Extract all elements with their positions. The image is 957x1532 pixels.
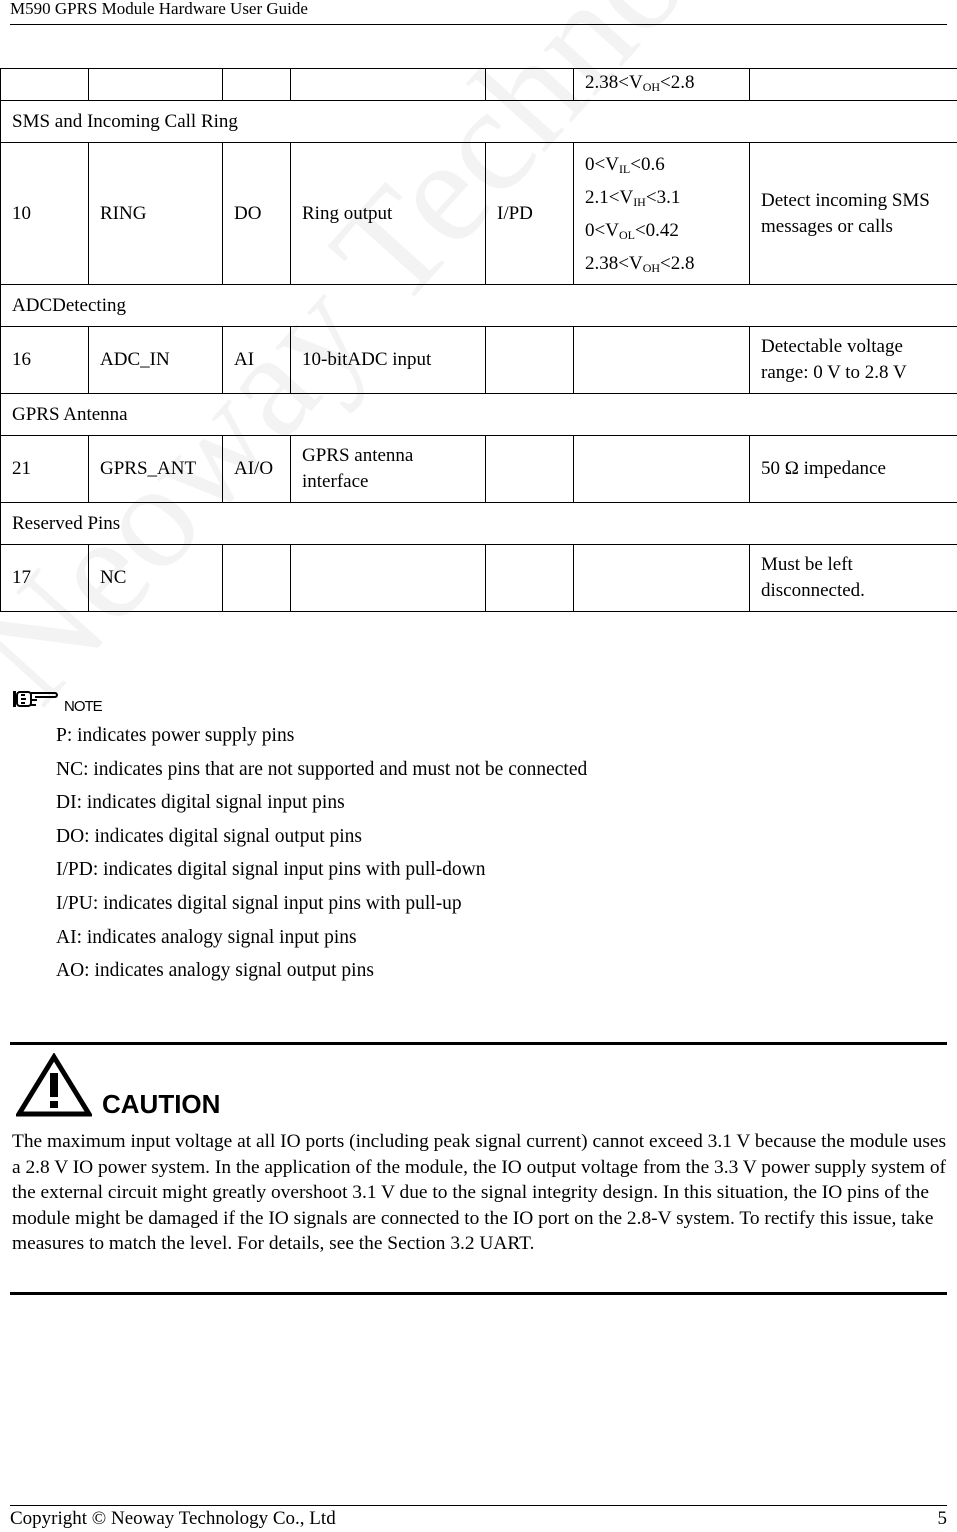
section-label: ADCDetecting bbox=[1, 285, 957, 327]
table-row: 2.38<VOH<2.8 bbox=[1, 69, 957, 101]
pin-number: 16 bbox=[1, 327, 89, 394]
pin-definition-table: 2.38<VOH<2.8 SMS and Incoming Call Ring … bbox=[0, 68, 957, 612]
table-row: 10 RING DO Ring output I/PD 0<VIL<0.6 2.… bbox=[1, 143, 957, 285]
pin-reset bbox=[486, 545, 574, 612]
caution-heading: CAUTION bbox=[16, 1053, 220, 1122]
note-list: P: indicates power supply pins NC: indic… bbox=[56, 722, 587, 991]
pin-name: ADC_IN bbox=[89, 327, 223, 394]
caution-label: CAUTION bbox=[102, 1089, 220, 1120]
page-header: M590 GPRS Module Hardware User Guide bbox=[10, 0, 947, 25]
pin-reset bbox=[486, 436, 574, 503]
note-item: I/PU: indicates digital signal input pin… bbox=[56, 890, 587, 924]
table-row: 17 NC Must be left disconnected. bbox=[1, 545, 957, 612]
note-item: AO: indicates analogy signal output pins bbox=[56, 957, 587, 991]
section-label: Reserved Pins bbox=[1, 503, 957, 545]
note-item: DI: indicates digital signal input pins bbox=[56, 789, 587, 823]
note-item: DO: indicates digital signal output pins bbox=[56, 823, 587, 857]
pin-remark: Detect incoming SMS messages or calls bbox=[750, 143, 957, 285]
pin-name: RING bbox=[89, 143, 223, 285]
level-line: 0<VOL<0.42 bbox=[585, 214, 738, 247]
pin-io: DO bbox=[223, 143, 291, 285]
pin-remark: Detectable voltage range: 0 V to 2.8 V bbox=[750, 327, 957, 394]
pin-number: 10 bbox=[1, 143, 89, 285]
level-line: 2.1<VIH<3.1 bbox=[585, 181, 738, 214]
pin-function: GPRS antenna interface bbox=[291, 436, 486, 503]
pin-function bbox=[291, 545, 486, 612]
level-cell: 0<VIL<0.6 2.1<VIH<3.1 0<VOL<0.42 2.38<VO… bbox=[574, 143, 750, 285]
note-heading: NOTE bbox=[12, 688, 102, 715]
section-row: ADCDetecting bbox=[1, 285, 957, 327]
level-line: 2.38<VOH<2.8 bbox=[585, 247, 738, 280]
caution-text: The maximum input voltage at all IO port… bbox=[12, 1129, 949, 1257]
level-line: 0<VIL<0.6 bbox=[585, 148, 738, 181]
pin-reset bbox=[486, 327, 574, 394]
section-row: SMS and Incoming Call Ring bbox=[1, 101, 957, 143]
pin-remark: Must be left disconnected. bbox=[750, 545, 957, 612]
pin-number: 21 bbox=[1, 436, 89, 503]
level-cell bbox=[574, 545, 750, 612]
copyright: Copyright © Neoway Technology Co., Ltd bbox=[10, 1506, 336, 1532]
page-number: 5 bbox=[938, 1506, 948, 1532]
warning-triangle-icon bbox=[16, 1053, 92, 1122]
pin-function: 10-bitADC input bbox=[291, 327, 486, 394]
level-cell bbox=[574, 327, 750, 394]
pin-io bbox=[223, 545, 291, 612]
pin-number: 17 bbox=[1, 545, 89, 612]
pin-remark: 50 Ω impedance bbox=[750, 436, 957, 503]
note-item: NC: indicates pins that are not supporte… bbox=[56, 756, 587, 790]
section-row: Reserved Pins bbox=[1, 503, 957, 545]
note-item: I/PD: indicates digital signal input pin… bbox=[56, 856, 587, 890]
table-row: 16 ADC_IN AI 10-bitADC input Detectable … bbox=[1, 327, 957, 394]
section-row: GPRS Antenna bbox=[1, 394, 957, 436]
pin-reset: I/PD bbox=[486, 143, 574, 285]
note-item: P: indicates power supply pins bbox=[56, 722, 587, 756]
pin-io: AI/O bbox=[223, 436, 291, 503]
level-cell: 2.38<VOH<2.8 bbox=[574, 69, 750, 101]
document-title: M590 GPRS Module Hardware User Guide bbox=[10, 0, 308, 18]
page-footer: Copyright © Neoway Technology Co., Ltd 5 bbox=[10, 1505, 947, 1532]
pin-function: Ring output bbox=[291, 143, 486, 285]
caution-box: CAUTION The maximum input voltage at all… bbox=[10, 1042, 947, 1295]
section-label: GPRS Antenna bbox=[1, 394, 957, 436]
section-label: SMS and Incoming Call Ring bbox=[1, 101, 957, 143]
pointing-hand-icon bbox=[12, 688, 60, 715]
note-item: AI: indicates analogy signal input pins bbox=[56, 924, 587, 958]
pin-io: AI bbox=[223, 327, 291, 394]
pin-name: NC bbox=[89, 545, 223, 612]
note-label: NOTE bbox=[64, 698, 102, 715]
pin-name: GPRS_ANT bbox=[89, 436, 223, 503]
table-row: 21 GPRS_ANT AI/O GPRS antenna interface … bbox=[1, 436, 957, 503]
level-cell bbox=[574, 436, 750, 503]
